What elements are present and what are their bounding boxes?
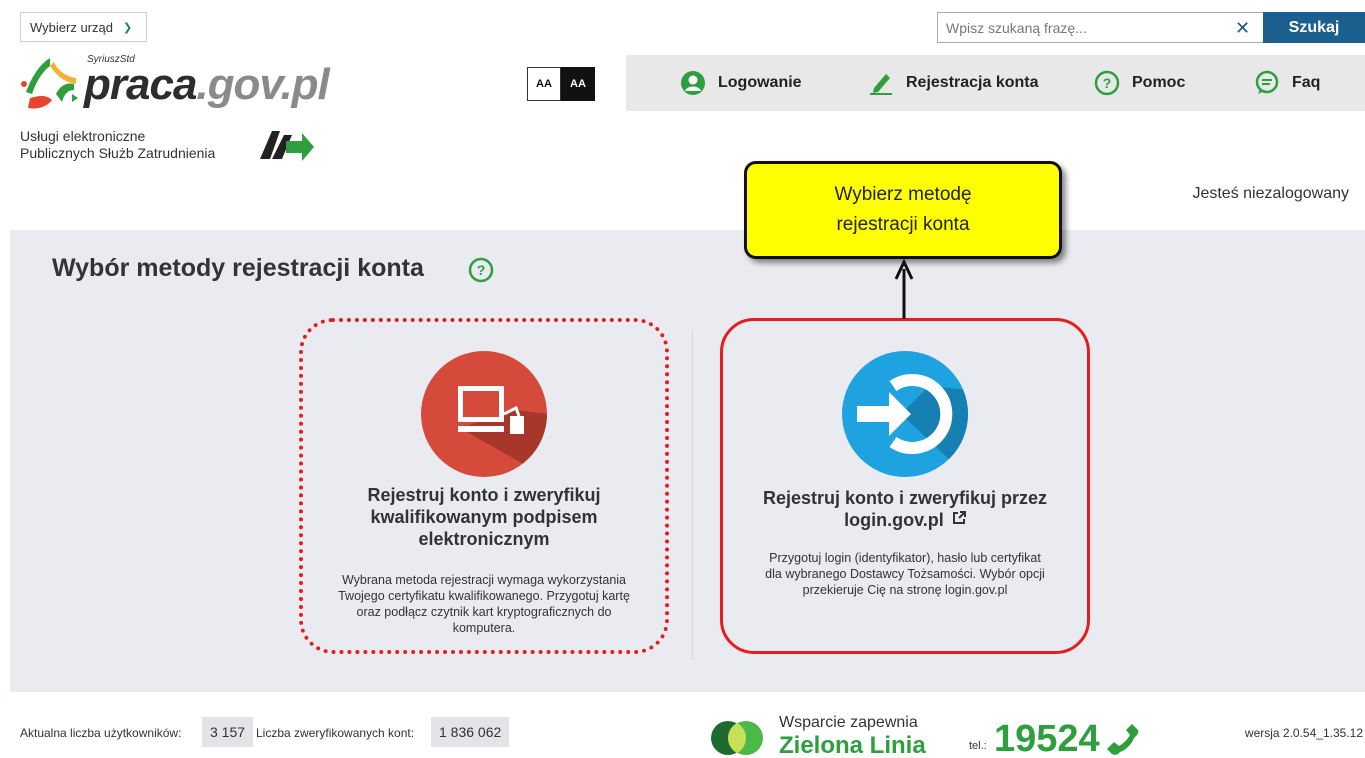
login-gov-title-link[interactable]: login.gov.pl [844,510,944,530]
nav-login-label: Logowanie [718,74,802,91]
verified-count-label: Liczba zweryfikowanych kont: [256,726,415,740]
green-line-logo-icon [711,721,763,755]
phone-icon [1107,724,1139,755]
nav-register[interactable]: Rejestracja konta [868,55,1039,111]
app-version: wersja 2.0.54_1.35.12 [1244,726,1363,740]
logo[interactable]: SyriuszStd praca.gov.pl [20,54,330,114]
users-count-value: 3 157 [202,717,254,747]
search-bar: ✕ Szukaj [937,12,1365,43]
login-gov-option[interactable]: Rejestruj konto i zweryfikuj przez login… [720,318,1090,654]
login-gov-description: Przygotuj login (identyfikator), hasło l… [723,550,1087,598]
footer: Aktualna liczba użytkowników: 3 157 Licz… [0,700,1365,758]
services-line2: Publicznych Służb Zatrudnienia [20,145,216,161]
search-button[interactable]: Szukaj [1263,12,1365,43]
services-line1: Usługi elektroniczne [20,128,146,144]
page-title: Wybór metody rejestracji konta [52,254,424,282]
nav-faq[interactable]: Faq [1254,55,1320,111]
qualified-title-line1: Rejestruj konto i zweryfikuj [367,485,601,505]
nav-register-label: Rejestracja konta [906,74,1039,91]
callout-line2: rejestracji konta [836,214,970,235]
login-gov-title-line2: login.gov.pl [723,509,1087,531]
verified-count-value: 1 836 062 [431,717,510,747]
callout-line1: Wybierz metodę [834,184,972,205]
support-label: Wsparcie zapewnia [779,714,918,731]
tel-label: tel.: [969,740,987,752]
main-panel: Wybór metody rejestracji konta ? Rejestr… [10,230,1365,692]
login-gov-desc-line3: przekieruje Cię na stronę login.gov.pl [802,583,1008,597]
support-name[interactable]: Zielona Linia [779,732,926,758]
login-gov-title: Rejestruj konto i zweryfikuj przez login… [723,487,1087,531]
nav-help[interactable]: ? Pomoc [1094,55,1185,111]
logo-text: praca.gov.pl [84,60,330,110]
logo-domain: .gov.pl [196,60,329,109]
tel-number[interactable]: 19524 [994,718,1100,758]
qualified-desc-line2: Twojego certyfikatu kwalifikowanego. Prz… [338,589,630,603]
login-status: Jesteś niezalogowany [1192,185,1349,202]
qualified-desc-line4: komputera. [452,621,516,635]
qualified-signature-option[interactable]: Rejestruj konto i zweryfikuj kwalifikowa… [299,318,669,654]
qualified-title-line2: kwalifikowanym podpisem [370,507,598,527]
high-contrast-button[interactable]: AA [561,67,595,101]
qualified-description: Wybrana metoda rejestracji wymaga wykorz… [303,572,665,636]
instruction-callout: Wybierz metodę rejestracji konta [744,161,1062,259]
computer-card-reader-icon [421,351,547,477]
qualified-desc-line3: oraz podłącz czytnik kart kryptograficzn… [356,605,612,619]
arrow-up-icon [894,259,914,319]
services-caption: Usługi elektroniczne Publicznych Służb Z… [20,128,215,162]
qualified-title-line3: elektronicznym [418,529,550,549]
user-icon [681,71,705,95]
qualified-title: Rejestruj konto i zweryfikuj kwalifikowa… [303,484,665,550]
users-count-label: Aktualna liczba użytkowników: [20,726,182,740]
login-gov-desc-line1: Przygotuj login (identyfikator), hasło l… [769,551,1041,565]
login-gov-title-line1: Rejestruj konto i zweryfikuj przez [762,488,1048,508]
login-gov-desc-line2: dla wybranego Dostawcy Tożsamości. Wybór… [765,567,1045,581]
chat-icon [1255,70,1279,94]
select-office-label: Wybierz urząd [30,19,113,35]
svg-text:?: ? [477,262,486,278]
qualified-desc-line1: Wybrana metoda rejestracji wymaga wykorz… [341,573,627,587]
chevron-right-icon: ❯ [122,21,133,34]
top-nav: Logowanie Rejestracja konta ? Pomoc Faq [626,55,1365,111]
select-office-button[interactable]: Wybierz urząd ❯ [20,12,147,42]
nav-help-label: Pomoc [1132,74,1186,91]
nav-login[interactable]: Logowanie [680,55,802,111]
search-input[interactable] [937,12,1263,43]
help-icon[interactable]: ? [468,257,494,283]
normal-contrast-button[interactable]: AA [527,67,561,101]
logo-figure-icon [21,58,78,109]
nav-faq-label: Faq [1292,74,1321,91]
external-link-icon [952,511,966,524]
psz-logo-icon [260,131,314,161]
svg-text:?: ? [1103,75,1112,91]
help-icon: ? [1094,70,1120,96]
login-arrow-icon [842,351,968,477]
pencil-icon [870,74,892,95]
card-divider [692,330,693,660]
logo-main: praca [84,60,197,109]
